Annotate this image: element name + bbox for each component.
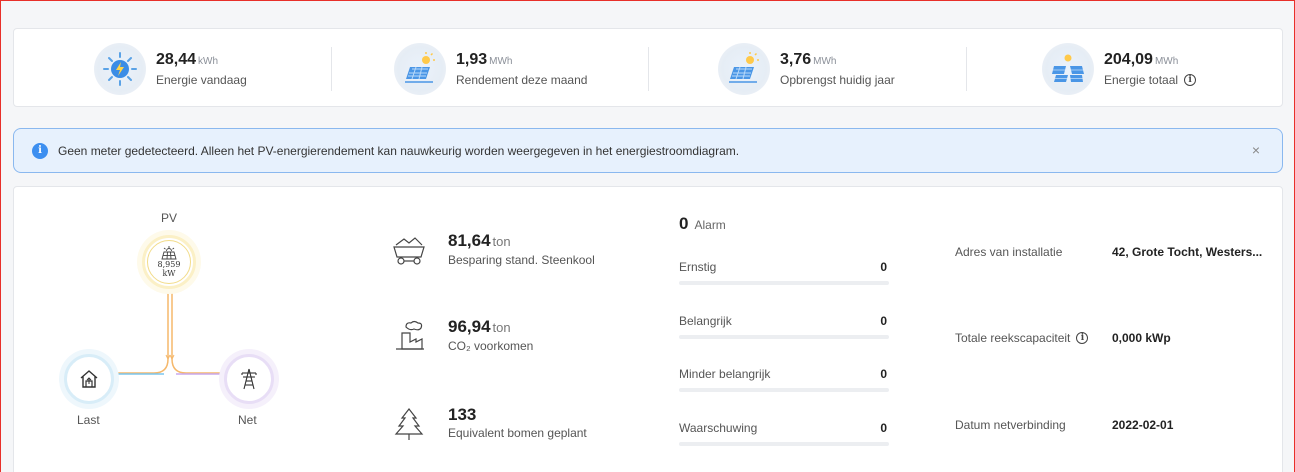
power-tower-icon — [241, 368, 257, 390]
kpi-unit: MWh — [813, 56, 837, 67]
info-icon[interactable]: i — [1184, 74, 1197, 86]
info-label: Adres van installatie — [955, 245, 1063, 259]
kpi-month-yield: 1,93 MWh Rendement deze maand — [394, 29, 587, 108]
kpi-unit: MWh — [1154, 56, 1179, 67]
stat-value: 81,64 — [448, 231, 491, 250]
home-icon — [80, 370, 98, 388]
alarm-row-critical[interactable]: Ernstig 0 — [679, 260, 889, 285]
grid-label: Net — [238, 413, 257, 427]
info-grid-date: Datum netverbinding 2022-02-01 — [955, 418, 1173, 432]
lightning-sun-icon — [94, 42, 146, 95]
alarm-name: Minder belangrijk — [679, 367, 771, 381]
kpi-label: Energie vandaag — [156, 73, 247, 87]
pv-power-value: 8,959 — [157, 260, 181, 269]
kpi-value: 28,44 — [156, 51, 197, 68]
kpi-divider — [966, 47, 967, 91]
alarm-bar — [679, 442, 889, 446]
stat-label: CO₂ voorkomen — [448, 339, 534, 353]
alarm-row-major[interactable]: Belangrijk 0 — [679, 314, 889, 339]
alarm-row-warning[interactable]: Waarschuwing 0 — [679, 421, 889, 446]
solar-panel-icon — [718, 42, 770, 95]
stat-coal-saved: 81,64 ton Besparing stand. Steenkool — [392, 231, 595, 267]
kpi-strip: 28,44 kWh Energie vandaag 1,93 MWh Rendeme… — [13, 28, 1283, 107]
kpi-label: Opbrengst huidig jaar — [780, 73, 895, 87]
alarm-name: Belangrijk — [679, 314, 732, 328]
solar-panel-icon — [394, 42, 446, 95]
factory-icon — [396, 320, 424, 350]
stat-label: Equivalent bomen geplant — [448, 426, 587, 440]
alarm-name: Waarschuwing — [679, 421, 758, 435]
alarm-name: Ernstig — [679, 260, 717, 274]
tree-icon — [394, 408, 424, 440]
load-label: Last — [77, 413, 100, 427]
alarm-count: 0 — [679, 214, 689, 233]
stat-unit: ton — [492, 320, 511, 335]
alarm-row-minor[interactable]: Minder belangrijk 0 — [679, 367, 889, 392]
kpi-value: 3,76 — [780, 51, 812, 68]
kpi-total-energy: 204,09 MWh Energie totaal i — [1042, 29, 1197, 108]
kpi-label: Rendement deze maand — [456, 73, 588, 87]
kpi-label: Energie totaal — [1104, 73, 1179, 87]
alarm-value: 0 — [880, 421, 887, 435]
kpi-value: 204,09 — [1104, 51, 1153, 68]
alarm-value: 0 — [880, 260, 887, 274]
overview-panel: PV 8,959 kW Last Net 81,64 ton Besparing… — [13, 186, 1283, 472]
stat-trees-planted: 133 Equivalent bomen geplant — [392, 405, 587, 441]
solar-array-icon — [1042, 42, 1094, 95]
solar-panel-icon — [161, 246, 177, 260]
stat-unit: ton — [492, 234, 511, 249]
info-label: Totale reekscapaciteit — [955, 331, 1071, 345]
page-frame: 28,44 kWh Energie vandaag 1,93 MWh Rendeme… — [0, 0, 1295, 472]
alarm-bar — [679, 388, 889, 392]
info-value: 0,000 kWp — [1112, 331, 1171, 345]
info-icon[interactable]: i — [1076, 332, 1089, 344]
alarm-summary[interactable]: 0 Alarm — [679, 214, 726, 234]
energy-flow-lines — [114, 289, 224, 375]
kpi-value: 1,93 — [456, 51, 488, 68]
alarm-value: 0 — [880, 314, 887, 328]
kpi-year-yield: 3,76 MWh Opbrengst huidig jaar — [718, 29, 895, 108]
stat-co2-avoided: 96,94 ton CO₂ voorkomen — [392, 317, 533, 353]
kpi-unit: MWh — [489, 56, 513, 67]
info-capacity: Totale reekscapaciteit i 0,000 kWp — [955, 331, 1171, 345]
alarm-bar — [679, 281, 889, 285]
kpi-divider — [331, 47, 332, 91]
kpi-divider — [648, 47, 649, 91]
stat-label: Besparing stand. Steenkool — [448, 253, 595, 267]
pv-node[interactable]: 8,959 kW — [142, 235, 196, 289]
load-node[interactable] — [64, 354, 114, 404]
pv-power-unit: kW — [162, 269, 176, 278]
info-icon: i — [32, 142, 48, 159]
stat-value: 96,94 — [448, 317, 491, 336]
no-meter-alert: i Geen meter gedetecteerd. Alleen het PV… — [13, 128, 1283, 173]
close-icon[interactable]: × — [1252, 142, 1260, 158]
info-value: 2022-02-01 — [1112, 418, 1174, 432]
alarm-label: Alarm — [694, 218, 726, 232]
stat-value: 133 — [448, 405, 477, 424]
kpi-unit: kWh — [198, 56, 219, 67]
coal-cart-icon — [393, 237, 425, 265]
kpi-energy-today: 28,44 kWh Energie vandaag — [94, 29, 247, 108]
pv-label: PV — [161, 211, 178, 225]
alert-message: Geen meter gedetecteerd. Alleen het PV-e… — [58, 143, 740, 158]
info-label: Datum netverbinding — [955, 418, 1066, 432]
info-value: 42, Grote Tocht, Westers... — [1112, 245, 1263, 259]
grid-node[interactable] — [224, 354, 274, 404]
alarm-bar — [679, 335, 889, 339]
alarm-value: 0 — [880, 367, 887, 381]
info-address: Adres van installatie 42, Grote Tocht, W… — [955, 245, 1262, 259]
